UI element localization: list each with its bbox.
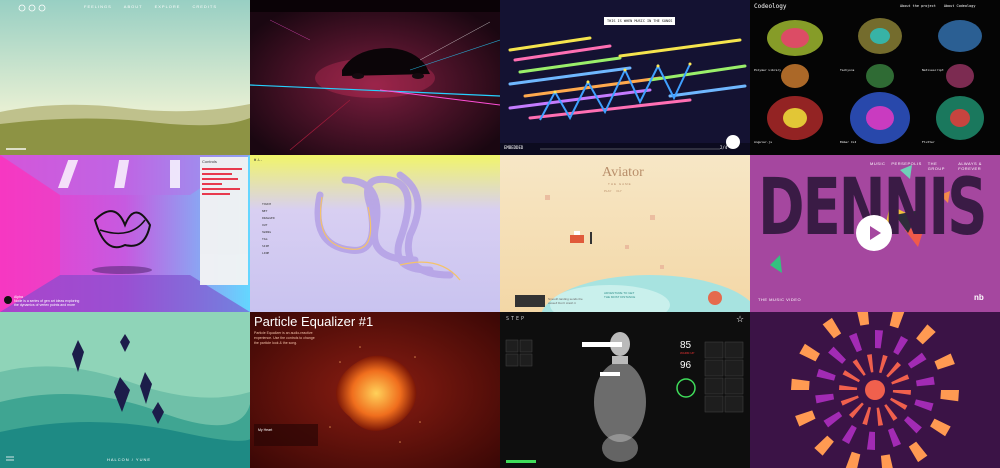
tubes-art xyxy=(250,155,500,312)
menu-item[interactable]: About Codeology xyxy=(944,4,976,8)
tile-dennis[interactable]: MUSIC PERSEPOLIS THE GROUP ALWAYS & FORE… xyxy=(750,155,1000,312)
star-icon[interactable]: ☆ xyxy=(736,314,744,325)
readout-bpm: 85 WARM UP xyxy=(680,340,694,355)
tab[interactable]: FLY xyxy=(616,189,621,193)
control-panel[interactable]: Controls xyxy=(200,157,248,285)
panel-title: Controls xyxy=(202,159,217,164)
particle-intro: Particle Equalizer is an audio-reactive … xyxy=(254,331,315,346)
footer-label: EMBEDDED xyxy=(504,145,524,150)
mountains-caption: HALCON / YUNE xyxy=(107,457,152,462)
art-caption: Alpha Node is a series of gen art ideas … xyxy=(14,295,79,307)
landscape-art xyxy=(0,0,250,155)
repo-label[interactable]: Tachyons xyxy=(840,68,854,72)
aviator-tabs: PLAY FLY xyxy=(604,189,622,193)
readout-status: WARM UP xyxy=(680,351,695,355)
aviator-note-right: ADVENTURE TO GET THE MOST DISTANCE xyxy=(604,291,635,299)
codeology-menu: About the project About Codeology xyxy=(900,4,975,8)
mountains-art xyxy=(0,312,250,468)
note-line: THE MOST DISTANCE xyxy=(604,295,636,299)
tunnel-core xyxy=(865,380,885,400)
repo-label[interactable]: Angular.js xyxy=(754,140,772,144)
showcase-grid: FEELINGS ABOUT EXPLORE CREDITS THIS IS W… xyxy=(0,0,1000,468)
tile-tubes[interactable]: W.L. TOUCH NET DRAGGED OUT SWING TAG SIZ… xyxy=(250,155,500,312)
menu-item[interactable]: SIZE xyxy=(262,243,275,250)
tab[interactable]: PLAY xyxy=(604,189,611,193)
menu-item[interactable]: TAG xyxy=(262,236,275,243)
menu-item[interactable]: About the project xyxy=(900,4,936,8)
dennis-footer: THE MUSIC VIDEO xyxy=(758,297,802,302)
readout-value: 96 xyxy=(680,360,692,371)
intro-line: the particle look & the song. xyxy=(254,341,298,345)
dennis-badge: nb xyxy=(974,293,984,302)
brand: STEP xyxy=(506,316,527,322)
aviator-subtitle: THE GAME xyxy=(608,182,632,186)
readout-spo2: 96 xyxy=(680,360,691,371)
aviator-note-left: Smooth landing sends the vessel! Don't c… xyxy=(548,297,583,305)
codeology-art xyxy=(750,0,1000,155)
tile-neon-room[interactable]: Controls Alpha Node is a series of gen a… xyxy=(0,155,250,312)
nav-item[interactable]: ABOUT xyxy=(124,4,143,9)
play-button[interactable] xyxy=(856,215,892,251)
repo-label[interactable]: Nativescript xyxy=(922,68,944,72)
codeology-title: Codeology xyxy=(754,3,787,10)
note-line: vessel! Don't crash it xyxy=(548,301,576,305)
menu-item[interactable]: DRAGGED xyxy=(262,215,275,222)
repo-label[interactable]: Ember CLI xyxy=(840,140,856,144)
repo-label[interactable]: Polymer Library xyxy=(754,68,781,72)
tile-codeology[interactable]: Codeology About the project About Codeol… xyxy=(750,0,1000,155)
repo-label[interactable]: Flutter xyxy=(922,140,935,144)
tile-car[interactable] xyxy=(250,0,500,155)
tile-mountains[interactable]: HALCON / YUNE xyxy=(0,312,250,468)
nav-item[interactable]: FEELINGS xyxy=(84,4,112,9)
aviator-title: Aviator xyxy=(602,165,644,180)
tile-landscape[interactable]: FEELINGS ABOUT EXPLORE CREDITS xyxy=(0,0,250,155)
menu-item[interactable]: SWING xyxy=(262,229,275,236)
caption-line: the dynamics of vertex points and more xyxy=(14,303,76,307)
track-name[interactable]: My Heart xyxy=(258,428,272,432)
tile-music-bars[interactable]: THIS IS WHEN MUSIC IN THE SONGS EMBEDDED… xyxy=(500,0,750,155)
body-scan-art xyxy=(500,312,750,468)
tile-body-scan[interactable]: STEP 85 WARM UP 96 ☆ xyxy=(500,312,750,468)
menu-item[interactable]: NET xyxy=(262,208,275,215)
landscape-nav: FEELINGS ABOUT EXPLORE CREDITS xyxy=(84,4,217,9)
menu-item[interactable]: LINE xyxy=(262,250,275,257)
tile-radial-tunnel[interactable] xyxy=(750,312,1000,468)
menu-item[interactable]: TOUCH xyxy=(262,201,275,208)
particle-title: Particle Equalizer #1 xyxy=(254,314,374,329)
radial-tunnel-art xyxy=(750,312,1000,468)
nav-item[interactable]: CREDITS xyxy=(192,4,217,9)
car-art xyxy=(250,0,500,155)
tubes-top-left: W.L. xyxy=(254,158,263,162)
play-icon xyxy=(870,226,881,240)
tile-aviator[interactable]: Aviator THE GAME PLAY FLY Smooth landing… xyxy=(500,155,750,312)
tile-particle-equalizer[interactable]: Particle Equalizer #1 Particle Equalizer… xyxy=(250,312,500,468)
nav-item[interactable]: EXPLORE xyxy=(155,4,181,9)
menu-item[interactable]: OUT xyxy=(262,222,275,229)
song-caption: THIS IS WHEN MUSIC IN THE SONGS xyxy=(604,17,676,25)
tubes-menu: TOUCH NET DRAGGED OUT SWING TAG SIZE LIN… xyxy=(262,201,275,257)
footer-counter: 2/4 xyxy=(720,145,728,150)
readout-value: 85 xyxy=(680,340,692,351)
